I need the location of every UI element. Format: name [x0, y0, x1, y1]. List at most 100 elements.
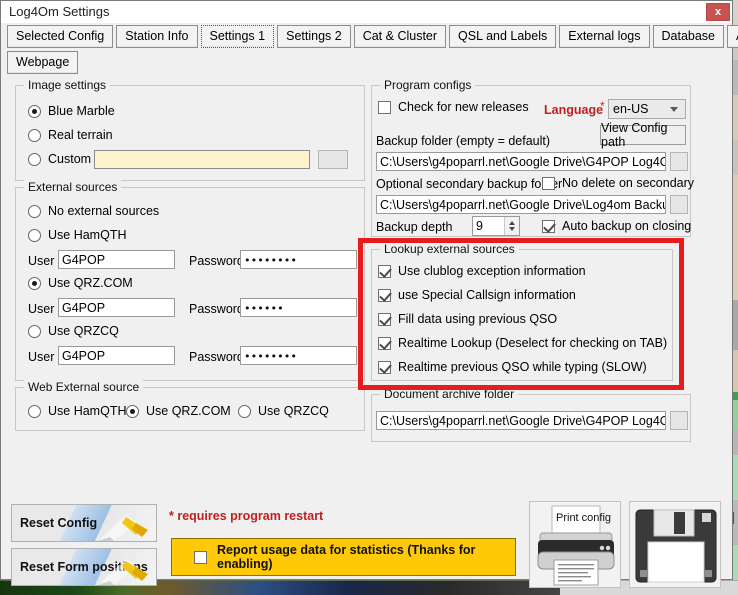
use-clublog-exception-checkbox[interactable]: Use clublog exception information [378, 264, 586, 278]
qrzcq-password-input[interactable]: •••••••• [240, 346, 357, 365]
radio-use-qrzcom-icon [28, 276, 41, 290]
tab-settings-2[interactable]: Settings 2 [277, 25, 351, 48]
language-select[interactable]: en-US [608, 99, 686, 119]
document-archive-browse-button[interactable] [670, 411, 688, 430]
radio-blue-marble-icon [28, 104, 41, 118]
qrzcq-user-label: User [28, 350, 55, 364]
use-special-callsign-checkbox[interactable]: use Special Callsign information [378, 288, 576, 302]
auto-backup-on-closing-checkbox[interactable]: Auto backup on closing [542, 219, 691, 233]
backup-depth-spin-buttons[interactable] [504, 217, 519, 235]
spin-up-icon [509, 221, 515, 225]
auto-backup-on-closing-box-icon [542, 219, 555, 233]
fill-data-previous-qso-checkbox[interactable]: Fill data using previous QSO [378, 312, 557, 326]
radio-use-hamqth-label: Use HamQTH [48, 228, 127, 242]
tab-row-primary: Selected Config Station Info Settings 1 … [7, 25, 738, 48]
realtime-lookup-box-icon [378, 336, 391, 350]
spin-down-icon [509, 227, 515, 231]
secondary-backup-browse-button[interactable] [670, 195, 688, 214]
printer-icon: Print config [537, 505, 615, 586]
magic-wand-icon [98, 559, 148, 585]
tab-database[interactable]: Database [652, 25, 725, 48]
radio-web-qrzcq[interactable]: Use QRZCQ [238, 404, 329, 418]
radio-web-qrzcom-icon [126, 404, 139, 418]
radio-blue-marble-label: Blue Marble [48, 104, 115, 118]
realtime-previous-qso-label: Realtime previous QSO while typing (SLOW… [398, 360, 647, 374]
check-new-releases-checkbox[interactable]: Check for new releases [378, 100, 529, 114]
radio-web-hamqth[interactable]: Use HamQTH [28, 404, 126, 418]
backup-depth-value: 9 [476, 219, 483, 233]
document-archive-input[interactable]: C:\Users\g4poparrl.net\Google Drive\G4PO… [376, 411, 666, 430]
backup-folder-input[interactable]: C:\Users\g4poparrl.net\Google Drive\G4PO… [376, 152, 666, 171]
radio-use-hamqth-icon [28, 228, 41, 242]
radio-web-qrzcom[interactable]: Use QRZ.COM [126, 404, 231, 418]
lookup-external-sources-legend: Lookup external sources [380, 242, 519, 256]
tab-external-logs[interactable]: External logs [559, 25, 650, 48]
backup-depth-stepper[interactable]: 9 [472, 216, 520, 236]
external-sources-legend: External sources [24, 180, 122, 194]
tab-webpage[interactable]: Webpage [7, 51, 79, 74]
tab-audio-config[interactable]: Audio config [727, 25, 738, 48]
hamqth-password-label: Password [189, 254, 244, 268]
print-config-button[interactable]: Print config [529, 501, 621, 588]
backup-folder-label: Backup folder (empty = default) [376, 134, 551, 148]
auto-backup-on-closing-label: Auto backup on closing [562, 219, 692, 233]
report-usage-checkbox-icon[interactable] [194, 550, 207, 564]
backup-folder-browse-button[interactable] [670, 152, 688, 171]
radio-web-qrzcq-label: Use QRZCQ [258, 404, 329, 418]
qrzcq-user-input[interactable]: G4POP [58, 346, 175, 365]
program-configs-legend: Program configs [380, 78, 476, 92]
hamqth-password-input[interactable]: •••••••• [240, 250, 357, 269]
print-config-label: Print config [556, 512, 611, 524]
radio-custom-icon [28, 152, 41, 166]
tab-settings-1[interactable]: Settings 1 [200, 25, 275, 48]
image-settings-legend: Image settings [24, 78, 111, 92]
reset-form-positions-button[interactable]: Reset Form positions [11, 548, 157, 586]
view-config-path-button[interactable]: View Config path [600, 121, 686, 149]
title-bar: Log4Om Settings x [1, 1, 732, 23]
tab-station-info[interactable]: Station Info [116, 25, 198, 48]
realtime-lookup-label: Realtime Lookup (Deselect for checking o… [398, 336, 668, 350]
realtime-previous-qso-checkbox[interactable]: Realtime previous QSO while typing (SLOW… [378, 360, 647, 374]
no-delete-secondary-checkbox[interactable]: No delete on secondary [542, 176, 694, 190]
radio-no-external-sources[interactable]: No external sources [28, 204, 159, 218]
secondary-backup-label: Optional secondary backup folder [376, 177, 563, 191]
tab-qsl-and-labels[interactable]: QSL and Labels [449, 25, 557, 48]
custom-image-browse-button[interactable] [318, 150, 348, 169]
secondary-backup-input[interactable]: C:\Users\g4poparrl.net\Google Drive\Log4… [376, 195, 666, 214]
hamqth-user-input[interactable]: G4POP [58, 250, 175, 269]
use-clublog-exception-label: Use clublog exception information [398, 264, 586, 278]
qrzcom-user-label: User [28, 302, 55, 316]
web-external-source-group: Web External source Use HamQTH Use QRZ.C… [15, 380, 365, 431]
close-button[interactable]: x [706, 3, 730, 21]
no-delete-secondary-label: No delete on secondary [562, 176, 695, 190]
tab-cat-and-cluster[interactable]: Cat & Cluster [353, 25, 447, 48]
document-archive-legend: Document archive folder [380, 387, 519, 401]
radio-no-external-sources-label: No external sources [48, 204, 160, 218]
tab-selected-config[interactable]: Selected Config [7, 25, 114, 48]
radio-use-hamqth[interactable]: Use HamQTH [28, 228, 126, 242]
radio-web-hamqth-icon [28, 404, 41, 418]
radio-custom[interactable]: Custom [28, 152, 91, 166]
reset-config-button[interactable]: Reset Config [11, 504, 157, 542]
radio-blue-marble[interactable]: Blue Marble [28, 104, 115, 118]
custom-image-path-input[interactable] [94, 150, 310, 169]
radio-use-qrzcom[interactable]: Use QRZ.COM [28, 276, 133, 290]
floppy-disk-save-icon [635, 509, 717, 583]
program-configs-group: Program configs Check for new releases L… [371, 78, 694, 237]
hamqth-user-label: User [28, 254, 55, 268]
backup-depth-label: Backup depth [376, 220, 453, 234]
save-button[interactable] [629, 501, 721, 588]
report-usage-banner[interactable]: Report usage data for statistics (Thanks… [171, 538, 516, 576]
radio-web-qrzcq-icon [238, 404, 251, 418]
radio-use-qrzcq-label: Use QRZCQ [48, 324, 119, 338]
realtime-lookup-checkbox[interactable]: Realtime Lookup (Deselect for checking o… [378, 336, 667, 350]
radio-use-qrzcq[interactable]: Use QRZCQ [28, 324, 119, 338]
chevron-down-icon [670, 106, 678, 112]
radio-real-terrain[interactable]: Real terrain [28, 128, 113, 142]
report-usage-label: Report usage data for statistics (Thanks… [217, 543, 476, 571]
language-label: Language [544, 103, 604, 117]
qrzcom-password-input[interactable]: •••••• [240, 298, 357, 317]
qrzcom-user-input[interactable]: G4POP [58, 298, 175, 317]
realtime-previous-qso-box-icon [378, 360, 391, 374]
check-new-releases-label: Check for new releases [398, 100, 529, 114]
